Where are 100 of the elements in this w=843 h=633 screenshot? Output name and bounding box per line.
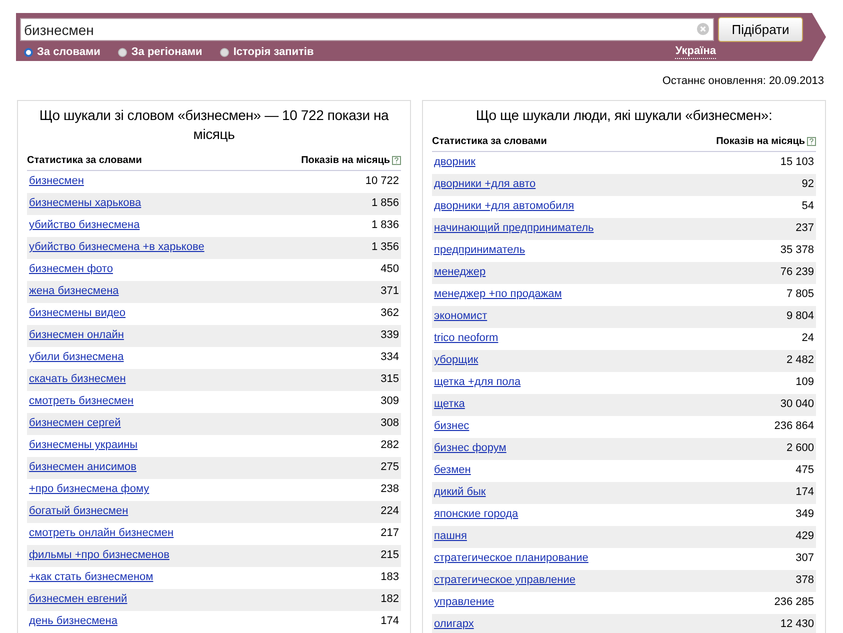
- count-text: 282: [380, 438, 399, 454]
- column-header: Статистика за словами: [432, 134, 547, 148]
- keyword-link[interactable]: богатый бизнесмен: [29, 503, 128, 520]
- count-text: 371: [380, 284, 399, 300]
- column-header: Статистика за словами: [27, 154, 142, 168]
- count-text: 10 722: [365, 174, 399, 190]
- count-text: 1 856: [371, 196, 399, 212]
- panel-title: Що шукали зі словом «бизнесмен» — 10 722 покази на місяць: [38, 106, 390, 144]
- count-text: 450: [380, 262, 399, 278]
- count-text: 174: [796, 485, 814, 500]
- count-text: 174: [380, 614, 399, 630]
- count-text: 362: [380, 306, 399, 322]
- count-text: 429: [796, 529, 814, 544]
- count-text: 339: [380, 328, 399, 344]
- search-field[interactable]: бизнесмен: [20, 18, 714, 41]
- keyword-link[interactable]: дворник: [434, 154, 476, 171]
- count-text: 238: [380, 482, 399, 498]
- keyword-link[interactable]: стратегическое управление: [434, 572, 576, 589]
- keyword-link[interactable]: фильмы +про бизнесменов: [29, 547, 170, 564]
- count-text: 1 836: [371, 218, 399, 234]
- count-text: 2 600: [786, 441, 814, 456]
- keyword-link[interactable]: пашня: [434, 528, 467, 545]
- keyword-link[interactable]: +про бизнесмена фому: [29, 481, 150, 498]
- keyword-link[interactable]: смотреть онлайн бизнесмен: [29, 525, 174, 542]
- keyword-link[interactable]: стратегическое планирование: [434, 550, 588, 567]
- keyword-link[interactable]: дикий бык: [434, 484, 486, 501]
- keyword-link[interactable]: японские города: [434, 506, 518, 523]
- radio-label[interactable]: Історія запитів: [233, 44, 314, 60]
- keyword-link[interactable]: бизнесмен сергей: [29, 415, 121, 432]
- keyword-link[interactable]: олигарх: [434, 616, 474, 633]
- submit-button[interactable]: Підібрати: [718, 17, 803, 42]
- keyword-link[interactable]: бизнесмен фото: [29, 261, 113, 278]
- keyword-link[interactable]: бизнесмен евгений: [29, 591, 128, 608]
- help-icon[interactable]: [392, 156, 401, 164]
- region-link[interactable]: Україна: [675, 45, 716, 60]
- keyword-link[interactable]: безмен: [434, 462, 471, 479]
- keyword-link[interactable]: бизнесмен: [29, 173, 84, 190]
- count-text: 183: [380, 570, 399, 586]
- keyword-link[interactable]: экономист: [434, 308, 488, 325]
- keyword-link[interactable]: убийство бизнесмена: [29, 217, 140, 234]
- keyword-link[interactable]: бизнесмен онлайн: [29, 327, 124, 344]
- radio-button[interactable]: [24, 48, 33, 57]
- count-text: 12 430: [780, 617, 814, 632]
- count-text: 237: [796, 221, 814, 236]
- keyword-link[interactable]: щетка +для пола: [434, 374, 521, 391]
- count-text: 7 805: [786, 287, 814, 302]
- count-text: 217: [380, 526, 399, 542]
- keyword-link[interactable]: бизнесмены украины: [29, 437, 138, 454]
- keyword-link[interactable]: бизнес форум: [434, 440, 506, 457]
- keyword-link[interactable]: дворники +для авто: [434, 176, 536, 193]
- count-text: 92: [802, 177, 814, 192]
- keyword-link[interactable]: +как стать бизнесменом: [29, 569, 154, 586]
- radio-label[interactable]: За словами: [37, 44, 100, 60]
- count-text: 307: [796, 551, 814, 566]
- keyword-link[interactable]: бизнесмены видео: [29, 305, 126, 322]
- keyword-link[interactable]: убили бизнесмена: [29, 349, 124, 366]
- count-text: 35 378: [780, 243, 814, 258]
- count-text: 215: [380, 548, 399, 564]
- panel-title: Що ще шукали люди, які шукали «бизнесмен»:: [474, 106, 774, 124]
- count-text: 378: [796, 573, 814, 588]
- count-text: 236 864: [774, 419, 814, 434]
- count-text: 275: [380, 460, 399, 476]
- column-header: Показів на місяць: [716, 134, 805, 148]
- count-text: 308: [380, 416, 399, 432]
- count-text: 30 040: [780, 397, 814, 412]
- count-text: 76 239: [780, 265, 814, 280]
- count-text: 1 356: [371, 240, 399, 256]
- keyword-link[interactable]: менеджер: [434, 264, 486, 281]
- count-text: 349: [796, 507, 814, 522]
- count-text: 334: [380, 350, 399, 366]
- help-icon[interactable]: [807, 136, 816, 146]
- keyword-link[interactable]: щетка: [434, 396, 465, 413]
- count-text: 54: [802, 199, 814, 214]
- radio-label[interactable]: За регіонами: [131, 44, 202, 60]
- keyword-link[interactable]: смотреть бизнесмен: [29, 393, 134, 410]
- keyword-link[interactable]: уборщик: [434, 352, 478, 369]
- keyword-link[interactable]: день бизнесмена: [29, 613, 118, 630]
- keyword-link[interactable]: управление: [434, 594, 494, 611]
- keyword-link[interactable]: менеджер +по продажам: [434, 286, 562, 303]
- keyword-link[interactable]: начинающий предприниматель: [434, 220, 594, 237]
- count-text: 224: [380, 504, 399, 520]
- keyword-link[interactable]: бизнесмен анисимов: [29, 459, 136, 476]
- last-update-text: Останнє оновлення: 20.09.2013: [662, 74, 824, 89]
- keyword-link[interactable]: бизнесмены харькова: [29, 195, 142, 212]
- count-text: 182: [380, 592, 399, 608]
- count-text: 315: [380, 372, 399, 388]
- count-text: 24: [802, 331, 814, 346]
- count-text: 15 103: [780, 155, 814, 170]
- radio-button[interactable]: [220, 48, 230, 57]
- keyword-link[interactable]: жена бизнесмена: [29, 283, 119, 300]
- keyword-link[interactable]: предприниматель: [434, 242, 526, 259]
- count-text: 2 482: [786, 353, 814, 368]
- keyword-link[interactable]: бизнес: [434, 418, 470, 435]
- keyword-link[interactable]: убийство бизнесмена +в харькове: [29, 239, 204, 256]
- keyword-link[interactable]: trico neoform: [434, 330, 498, 347]
- count-text: 109: [796, 375, 814, 390]
- count-text: 236 285: [774, 595, 814, 610]
- radio-button[interactable]: [118, 48, 128, 57]
- keyword-link[interactable]: дворники +для автомобиля: [434, 198, 574, 215]
- keyword-link[interactable]: скачать бизнесмен: [29, 371, 126, 388]
